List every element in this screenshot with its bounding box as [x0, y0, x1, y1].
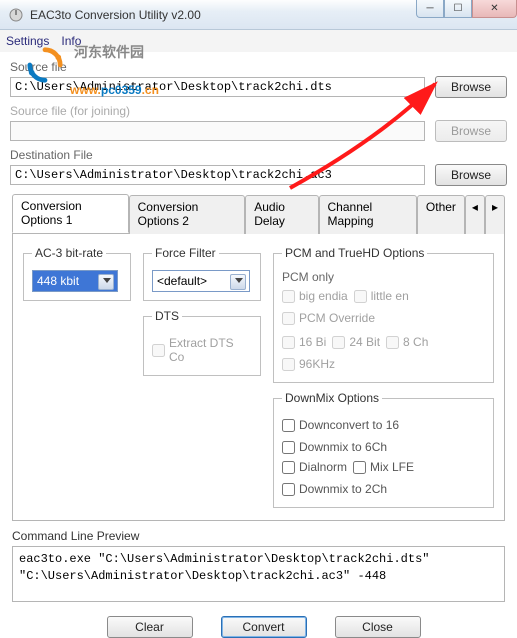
- tab-other[interactable]: Other: [417, 195, 465, 234]
- app-icon: [8, 7, 24, 23]
- convert-button[interactable]: Convert: [221, 616, 307, 638]
- cmd-preview-label: Command Line Preview: [12, 529, 505, 543]
- menu-settings[interactable]: Settings: [6, 34, 49, 48]
- tab-channel-mapping[interactable]: Channel Mapping: [319, 195, 417, 234]
- dest-file-input[interactable]: [10, 165, 425, 185]
- 24bit-checkbox: 24 Bit: [332, 335, 380, 349]
- menu-info[interactable]: Info: [61, 34, 81, 48]
- source-join-input[interactable]: [10, 121, 425, 141]
- downconvert16-checkbox[interactable]: Downconvert to 16: [282, 418, 399, 432]
- bitrate-group: AC-3 bit-rate 448 kbit: [23, 246, 131, 301]
- pcm-legend: PCM and TrueHD Options: [282, 246, 427, 260]
- browse-join-button: Browse: [435, 120, 507, 142]
- minimize-button[interactable]: ─: [416, 0, 444, 18]
- tab-scroll-left[interactable]: ◂: [465, 195, 485, 234]
- dts-group: DTS Extract DTS Co: [143, 309, 261, 376]
- downmix-legend: DownMix Options: [282, 391, 382, 405]
- big-endian-checkbox: big endia: [282, 289, 348, 303]
- browse-dest-button[interactable]: Browse: [435, 164, 507, 186]
- pcm-override-checkbox: PCM Override: [282, 311, 375, 325]
- window-title: EAC3to Conversion Utility v2.00: [30, 8, 201, 22]
- downmix6-checkbox[interactable]: Downmix to 6Ch: [282, 440, 387, 454]
- pcm-only-label: PCM only: [282, 270, 485, 284]
- source-file-input[interactable]: [10, 77, 425, 97]
- chevron-down-icon: [103, 278, 111, 283]
- tab-scroll-right[interactable]: ▸: [485, 195, 505, 234]
- clear-button[interactable]: Clear: [107, 616, 193, 638]
- little-endian-checkbox: little en: [354, 289, 409, 303]
- extract-dts-checkbox: Extract DTS Co: [152, 336, 252, 364]
- downmix-group: DownMix Options Downconvert to 16 Downmi…: [273, 391, 494, 508]
- force-filter-legend: Force Filter: [152, 246, 219, 260]
- close-button[interactable]: Close: [335, 616, 421, 638]
- force-filter-group: Force Filter <default>: [143, 246, 261, 301]
- chevron-down-icon: [235, 278, 243, 283]
- mixlfe-checkbox[interactable]: Mix LFE: [353, 460, 414, 474]
- maximize-button[interactable]: ☐: [444, 0, 472, 18]
- tab-panel-conv1: AC-3 bit-rate 448 kbit Force Filter <def…: [12, 234, 505, 521]
- downmix2-checkbox[interactable]: Downmix to 2Ch: [282, 482, 387, 496]
- cmd-preview-box[interactable]: eac3to.exe "C:\Users\Administrator\Deskt…: [12, 546, 505, 602]
- close-window-button[interactable]: ✕: [472, 0, 517, 18]
- browse-source-button[interactable]: Browse: [435, 76, 507, 98]
- dialnorm-checkbox[interactable]: Dialnorm: [282, 460, 347, 474]
- pcm-group: PCM and TrueHD Options PCM only big endi…: [273, 246, 494, 383]
- 96khz-checkbox: 96KHz: [282, 357, 335, 371]
- bitrate-select[interactable]: 448 kbit: [32, 270, 118, 292]
- dts-legend: DTS: [152, 309, 182, 323]
- 16bit-checkbox: 16 Bi: [282, 335, 326, 349]
- dest-file-label: Destination File: [10, 148, 507, 162]
- source-join-label: Source file (for joining): [10, 104, 507, 118]
- 8ch-checkbox: 8 Ch: [386, 335, 428, 349]
- tab-conv2[interactable]: Conversion Options 2: [129, 195, 246, 234]
- bitrate-legend: AC-3 bit-rate: [32, 246, 106, 260]
- tab-audio-delay[interactable]: Audio Delay: [245, 195, 318, 234]
- tab-bar: Conversion Options 1 Conversion Options …: [12, 194, 505, 234]
- force-filter-select[interactable]: <default>: [152, 270, 250, 292]
- tab-conv1[interactable]: Conversion Options 1: [12, 194, 129, 233]
- source-file-label: Source file: [10, 60, 507, 74]
